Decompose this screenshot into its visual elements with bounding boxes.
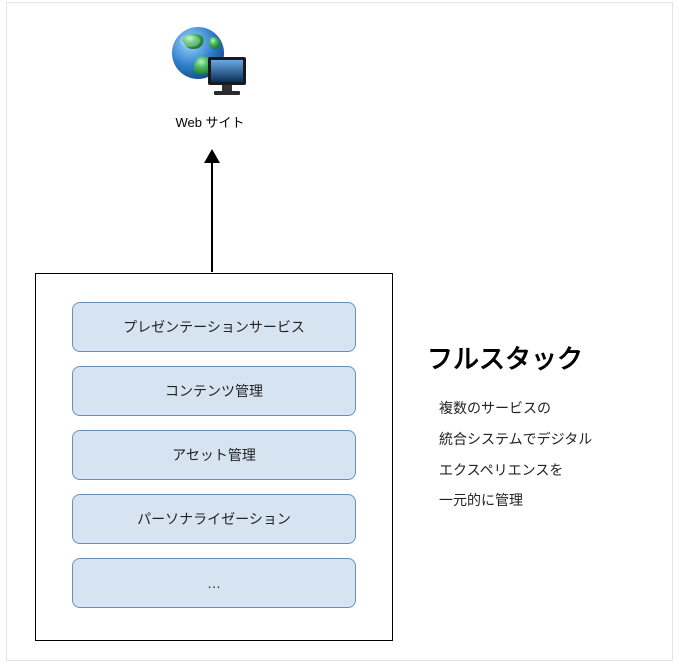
website-node: Web サイト [165,23,255,131]
service-more: … [72,558,356,608]
service-label: パーソナライゼーション [137,509,291,529]
fullstack-title: フルスタック [427,339,583,376]
website-label: Web サイト [165,112,255,131]
service-label: … [207,575,221,591]
service-content-mgmt: コンテンツ管理 [72,366,356,416]
service-asset-mgmt: アセット管理 [72,430,356,480]
desc-line: エクスペリエンスを [439,455,592,486]
service-personalization: パーソナライゼーション [72,494,356,544]
service-label: プレゼンテーションサービス [123,317,305,337]
arrow-up-line [211,158,213,272]
service-presentation: プレゼンテーションサービス [72,302,356,352]
service-label: アセット管理 [172,445,256,465]
globe-monitor-icon [168,88,252,105]
diagram-canvas: Web サイト プレゼンテーションサービス コンテンツ管理 アセット管理 パーソ… [6,2,673,661]
service-label: コンテンツ管理 [165,381,263,401]
desc-line: 一元的に管理 [439,485,592,516]
desc-line: 統合システムでデジタル [439,424,592,455]
fullstack-description: 複数のサービスの 統合システムでデジタル エクスペリエンスを 一元的に管理 [439,393,592,516]
fullstack-box: プレゼンテーションサービス コンテンツ管理 アセット管理 パーソナライゼーション… [35,273,393,641]
desc-line: 複数のサービスの [439,393,592,424]
